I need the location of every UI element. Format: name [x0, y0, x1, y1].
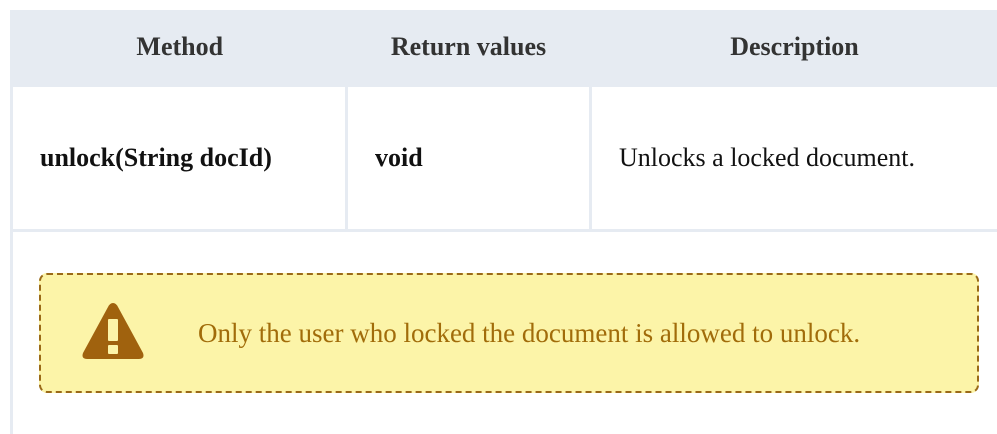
page: Method Return values Description unlock(… — [0, 0, 997, 434]
table-row: unlock(String docId) void Unlocks a lock… — [10, 84, 997, 232]
warning-note: Only the user who locked the document is… — [39, 273, 979, 393]
header-method: Method — [10, 10, 347, 86]
header-description: Description — [590, 10, 997, 86]
header-return-values: Return values — [346, 10, 591, 86]
cell-method: unlock(String docId) — [10, 84, 347, 232]
note-text: Only the user who locked the document is… — [198, 317, 861, 348]
table-header-row: Method Return values Description — [10, 10, 997, 86]
cell-return-values: void — [345, 84, 591, 232]
cell-description: Unlocks a locked document. — [589, 84, 997, 232]
api-table: Method Return values Description unlock(… — [10, 10, 997, 232]
warning-icon — [81, 301, 145, 361]
